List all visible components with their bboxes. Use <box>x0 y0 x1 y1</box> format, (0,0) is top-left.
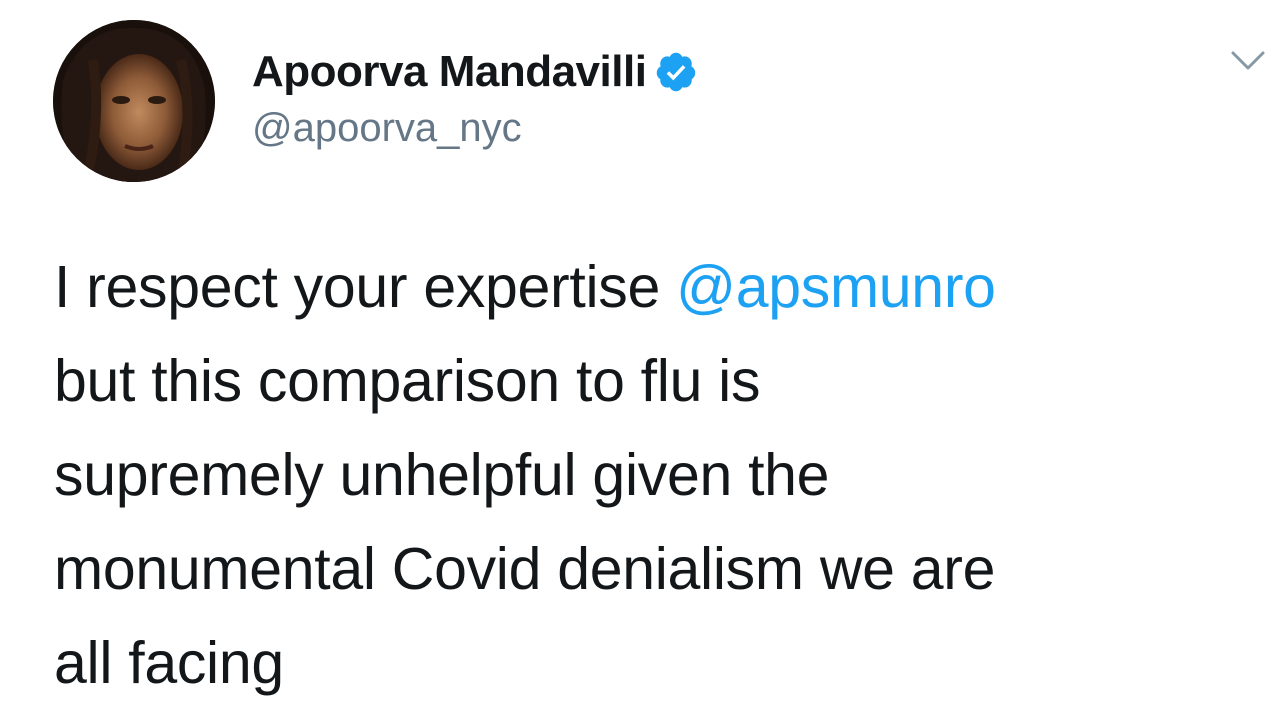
tweet-text-line: but this comparison to flu is <box>54 348 761 414</box>
author-handle[interactable]: @apoorva_nyc <box>252 106 522 151</box>
author-display-name[interactable]: Apoorva Mandavilli <box>252 47 647 97</box>
author-name-row[interactable]: Apoorva Mandavilli <box>252 42 698 102</box>
verified-badge-icon <box>654 50 698 94</box>
tweet-text-segment: I respect your expertise <box>54 254 677 320</box>
avatar-photo <box>53 20 215 182</box>
tweet-text-line: monumental Covid denialism we are <box>54 536 996 602</box>
chevron-down-icon[interactable] <box>1230 48 1266 74</box>
author-avatar[interactable] <box>53 20 215 182</box>
tweet-text-line: I respect your expertise @apsmunro <box>54 240 1254 334</box>
tweet-text: I respect your expertise @apsmunro but t… <box>54 240 1254 710</box>
tweet-text-line: all facing <box>54 630 284 696</box>
tweet-text-line: supremely unhelpful given the <box>54 442 830 508</box>
mention-link[interactable]: @apsmunro <box>676 254 996 320</box>
tweet-card: Apoorva Mandavilli @apoorva_nyc I respec… <box>0 0 1284 713</box>
